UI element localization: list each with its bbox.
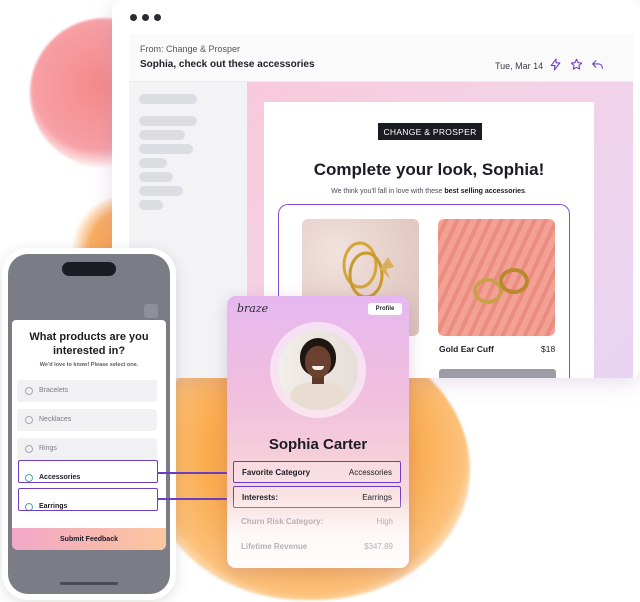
phone-background-element [144,304,158,318]
email-subline: We think you'll fall in love with these … [331,188,527,195]
profile-row-key: Favorite Category [242,468,311,477]
window-dot[interactable] [142,14,149,21]
sidebar-placeholder[interactable] [139,200,163,210]
email-date: Tue, Mar 14 [495,61,544,71]
profile-row-value: Accessories [348,468,392,477]
sidebar-placeholder[interactable] [139,186,183,196]
lightning-icon[interactable] [547,56,563,72]
user-profile-card: braze Profile Sophia Carter Favorite Cat… [227,296,409,568]
window-titlebar [112,0,640,34]
phone-notch [62,262,116,276]
option-label: Rings [39,445,57,452]
reply-icon[interactable] [589,56,605,72]
profile-row-churn-risk: Churn Risk Category: High [233,511,401,533]
phone-mockup: What products are you interested in? We'… [2,248,176,600]
survey-modal: What products are you interested in? We'… [12,320,166,550]
email-subject: Sophia, check out these accessories [140,59,315,70]
sidebar-placeholder[interactable] [139,130,185,140]
selection-highlight [18,460,158,483]
connector-line [158,498,233,500]
product-price: $18 [541,344,556,354]
profile-button[interactable]: Profile [368,303,402,315]
survey-option-necklaces[interactable]: Necklaces [17,409,157,431]
radio-icon[interactable] [25,387,33,395]
phone-screen: What products are you interested in? We'… [8,254,170,594]
connector-line [158,472,233,474]
product-shop-button[interactable] [439,369,556,378]
sidebar-placeholder[interactable] [139,94,197,104]
marketing-illustration: From: Change & Prosper Sophia, check out… [0,0,640,602]
profile-name: Sophia Carter [268,436,368,453]
star-icon[interactable] [568,56,584,72]
profile-row-favorite-category: Favorite Category Accessories [233,461,401,483]
survey-subtitle: We'd love to know! Please select one. [39,362,139,368]
product-image-gold-ear-cuff[interactable] [438,219,555,336]
brand-logo: CHANGE & PROSPER [378,123,482,140]
selection-highlight [18,488,158,511]
product-name: Gold Ear Cuff [439,344,494,354]
braze-logo: braze [237,302,269,315]
profile-row-value: $347.89 [364,542,393,551]
window-dot[interactable] [130,14,137,21]
home-indicator [60,582,118,585]
survey-option-bracelets[interactable]: Bracelets [17,380,157,402]
radio-icon[interactable] [25,445,33,453]
profile-row-key: Lifetime Revenue [241,542,308,551]
email-from: From: Change & Prosper [140,44,241,54]
profile-row-key: Churn Risk Category: [241,517,324,526]
sidebar-placeholder[interactable] [139,116,197,126]
sidebar-placeholder[interactable] [139,144,193,154]
avatar [278,330,358,410]
option-label: Bracelets [39,387,69,394]
radio-icon[interactable] [25,416,33,424]
window-dot[interactable] [154,14,161,21]
profile-row-lifetime-revenue: Lifetime Revenue $347.89 [233,536,401,558]
profile-row-value: High [376,517,393,526]
option-label: Necklaces [39,416,72,423]
sidebar-placeholder[interactable] [139,172,173,182]
submit-feedback-button[interactable]: Submit Feedback [12,528,166,550]
sidebar-placeholder[interactable] [139,158,167,168]
survey-option-rings[interactable]: Rings [17,438,157,460]
email-header: From: Change & Prosper Sophia, check out… [129,34,633,82]
survey-title: What products are you interested in? [29,331,149,357]
email-headline: Complete your look, Sophia! [313,160,545,179]
